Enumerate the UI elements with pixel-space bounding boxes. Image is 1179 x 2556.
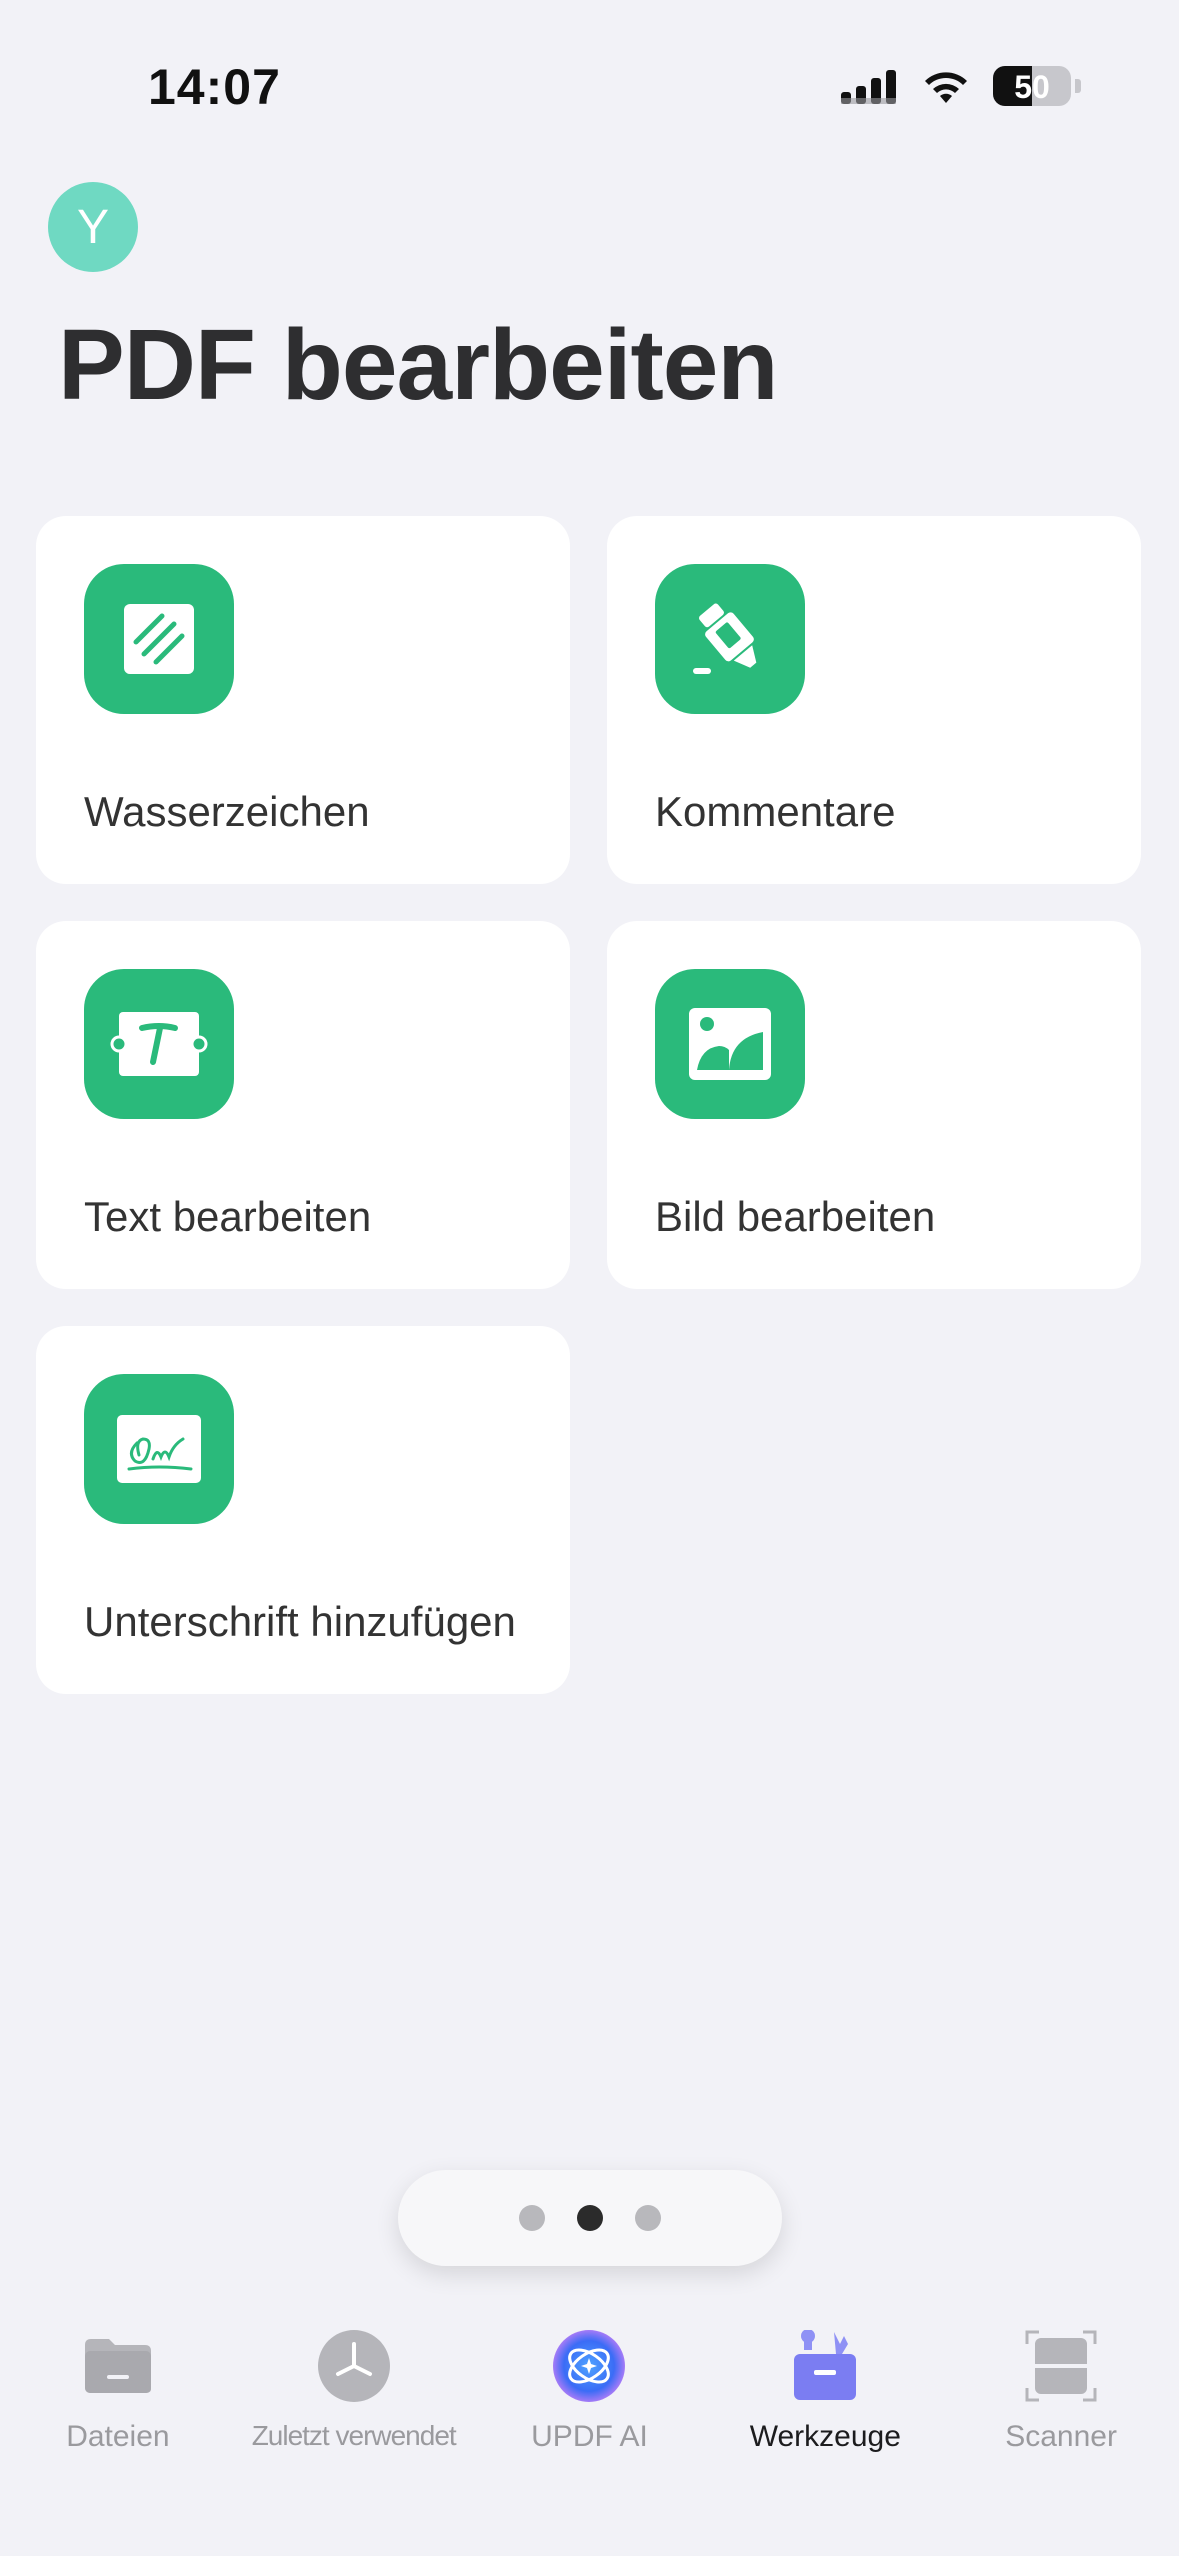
scanner-icon [1023, 2324, 1099, 2408]
tool-card-watermark[interactable]: Wasserzeichen [36, 516, 570, 884]
tab-label: Zuletzt verwendet [251, 2420, 457, 2451]
tab-recent[interactable]: Zuletzt verwendet [236, 2300, 472, 2556]
folder-icon [83, 2324, 153, 2408]
clock-icon [316, 2324, 392, 2408]
tab-tools[interactable]: Werkzeuge [707, 2300, 943, 2556]
tool-card-edit-image[interactable]: Bild bearbeiten [607, 921, 1141, 1289]
tool-card-comments[interactable]: Kommentare [607, 516, 1141, 884]
page-title: PDF bearbeiten [58, 309, 778, 421]
battery-level: 50 [1014, 69, 1050, 105]
image-edit-icon [655, 969, 805, 1119]
highlighter-icon [655, 564, 805, 714]
battery-indicator: 50 [993, 66, 1071, 106]
toolbox-icon [790, 2324, 860, 2408]
status-time: 14:07 [148, 59, 281, 115]
tool-label: Bild bearbeiten [655, 1193, 936, 1240]
page-dot-active[interactable] [577, 2205, 603, 2231]
ai-icon [551, 2324, 627, 2408]
tab-bar: Dateien Zuletzt verwendet UPDF AI Werkze… [0, 2300, 1179, 2556]
status-bar: 14:07 50 [0, 0, 1179, 150]
page-dot[interactable] [635, 2205, 661, 2231]
wifi-icon [925, 72, 967, 103]
tab-label: Scanner [1005, 2420, 1117, 2453]
tool-card-edit-text[interactable]: Text bearbeiten [36, 921, 570, 1289]
watermark-icon [84, 564, 234, 714]
tab-label: Werkzeuge [749, 2420, 901, 2453]
page-indicator[interactable] [398, 2170, 782, 2266]
tool-card-add-signature[interactable]: Unterschrift hinzufügen [36, 1326, 570, 1694]
status-icons: 50 [841, 66, 1081, 106]
tab-updf-ai[interactable]: UPDF AI [472, 2300, 708, 2556]
avatar[interactable]: Y [48, 182, 138, 272]
tab-files[interactable]: Dateien [0, 2300, 236, 2556]
text-edit-icon [84, 969, 234, 1119]
cellular-signal-icon [841, 70, 896, 104]
signature-icon [84, 1374, 234, 1524]
tab-label: UPDF AI [531, 2420, 648, 2453]
tool-label: Unterschrift hinzufügen [84, 1598, 516, 1645]
tool-label: Kommentare [655, 788, 896, 835]
tool-label: Text bearbeiten [84, 1193, 372, 1240]
tab-scanner[interactable]: Scanner [943, 2300, 1179, 2556]
tab-label: Dateien [66, 2420, 170, 2453]
tool-label: Wasserzeichen [84, 788, 370, 835]
page-dot[interactable] [519, 2205, 545, 2231]
battery-nub [1075, 79, 1081, 93]
